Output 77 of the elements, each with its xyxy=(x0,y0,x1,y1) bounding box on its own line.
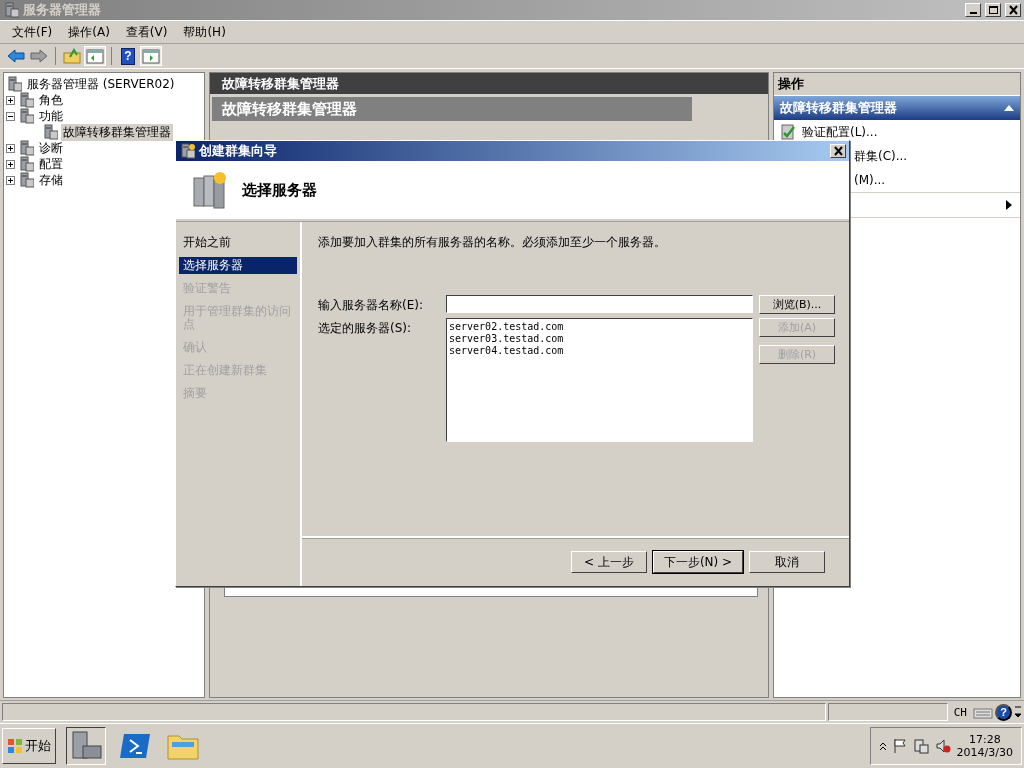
panel-icon[interactable] xyxy=(85,47,105,65)
expand-icon[interactable] xyxy=(6,175,15,185)
list-item[interactable]: server02.testad.com xyxy=(449,321,750,333)
clock-time: 17:28 xyxy=(968,733,1001,746)
servers-icon xyxy=(192,170,228,210)
minimize-icon xyxy=(969,12,977,14)
side-button[interactable]: 浏览(B)... xyxy=(759,295,835,314)
windows-logo-icon xyxy=(7,738,23,754)
server-icon xyxy=(18,108,34,124)
list-item[interactable]: server04.testad.com xyxy=(449,345,750,357)
expand-icon[interactable] xyxy=(6,143,15,153)
server-icon xyxy=(6,76,22,92)
wizard-button[interactable]: 下一步(N) > xyxy=(653,551,743,573)
panel-icon[interactable] xyxy=(141,47,161,65)
submenu-arrow-icon[interactable] xyxy=(1006,200,1012,210)
server-icon xyxy=(42,124,58,140)
clock-date: 2014/3/30 xyxy=(956,746,1013,759)
chevron-up-icon[interactable] xyxy=(878,741,887,751)
close-button[interactable] xyxy=(1005,3,1021,17)
language-indicator[interactable]: CH xyxy=(949,705,971,719)
minimize-button[interactable] xyxy=(965,3,981,17)
tree-item[interactable]: 功能 xyxy=(37,107,65,125)
start-button[interactable]: 开始 xyxy=(2,728,56,764)
wizard-step[interactable]: 选择服务器 xyxy=(179,257,297,274)
collapse-arrow-icon[interactable] xyxy=(1004,105,1014,111)
tree-item[interactable]: 存储 xyxy=(37,171,65,189)
expand-icon[interactable] xyxy=(6,159,15,169)
server-icon xyxy=(3,2,19,18)
field-label: 选定的服务器(S): xyxy=(318,320,413,337)
tree-item[interactable]: 故障转移群集管理器 xyxy=(61,123,173,141)
window-title: 服务器管理器 xyxy=(23,1,102,19)
options-arrow-icon[interactable] xyxy=(1014,704,1022,720)
server-icon xyxy=(18,156,34,172)
tree-item[interactable]: 诊断 xyxy=(37,139,65,157)
action-link[interactable]: (M)... xyxy=(854,173,886,187)
action-link[interactable]: 群集(C)... xyxy=(854,147,908,165)
menu-item[interactable]: 文件(F) xyxy=(4,21,61,43)
server-name-field[interactable] xyxy=(446,295,753,313)
help-button[interactable]: ? xyxy=(995,703,1012,721)
menu-item[interactable]: 操作(A) xyxy=(60,21,118,43)
help-button[interactable]: ? xyxy=(121,47,135,65)
server-icon xyxy=(18,140,34,156)
tree-item[interactable]: 配置 xyxy=(37,155,65,173)
field-label: 输入服务器名称(E): xyxy=(318,297,424,314)
collapse-icon[interactable] xyxy=(6,111,15,121)
flag-icon[interactable] xyxy=(892,738,907,754)
dialog-title: 创建群集向导 xyxy=(199,142,278,160)
clock[interactable]: 17:28 2014/3/30 xyxy=(956,733,1013,759)
server-list[interactable]: server02.testad.com server03.testad.com server04.testad.com xyxy=(446,318,753,442)
panel-banner: 故障转移群集管理器 xyxy=(212,97,692,121)
actions-header: 操作 xyxy=(774,73,1020,96)
action-link[interactable]: 验证配置(L)... xyxy=(802,123,878,141)
page-heading: 选择服务器 xyxy=(242,180,317,200)
section-title: 故障转移群集管理器 xyxy=(780,99,897,117)
close-icon xyxy=(832,146,844,156)
back-arrow-icon[interactable] xyxy=(6,47,26,65)
wizard-button[interactable]: 取消 xyxy=(749,551,825,573)
servers-icon xyxy=(179,143,195,159)
instruction-text: 添加要加入群集的所有服务器的名称。必须添加至少一个服务器。 xyxy=(318,234,667,251)
maximize-icon xyxy=(987,5,999,15)
close-icon xyxy=(1007,5,1019,15)
maximize-button[interactable] xyxy=(985,3,1001,17)
wizard-step[interactable]: 开始之前 xyxy=(179,234,297,251)
tree-item[interactable]: 服务器管理器 (SERVER02) xyxy=(25,75,177,93)
server-icon xyxy=(18,92,34,108)
panel-header: 故障转移群集管理器 xyxy=(210,73,768,94)
menu-item[interactable]: 帮助(H) xyxy=(175,21,234,43)
tree-item[interactable]: 角色 xyxy=(37,91,65,109)
forward-arrow-icon[interactable] xyxy=(29,47,49,65)
server-icon xyxy=(18,172,34,188)
wizard-button[interactable]: < 上一步 xyxy=(571,551,647,573)
speaker-icon[interactable] xyxy=(934,738,951,754)
list-item[interactable]: server03.testad.com xyxy=(449,333,750,345)
menu-item[interactable]: 查看(V) xyxy=(117,21,176,43)
close-button[interactable] xyxy=(830,144,846,158)
expand-icon[interactable] xyxy=(6,95,15,105)
actions-section-header[interactable]: 故障转移群集管理器 xyxy=(774,96,1020,120)
